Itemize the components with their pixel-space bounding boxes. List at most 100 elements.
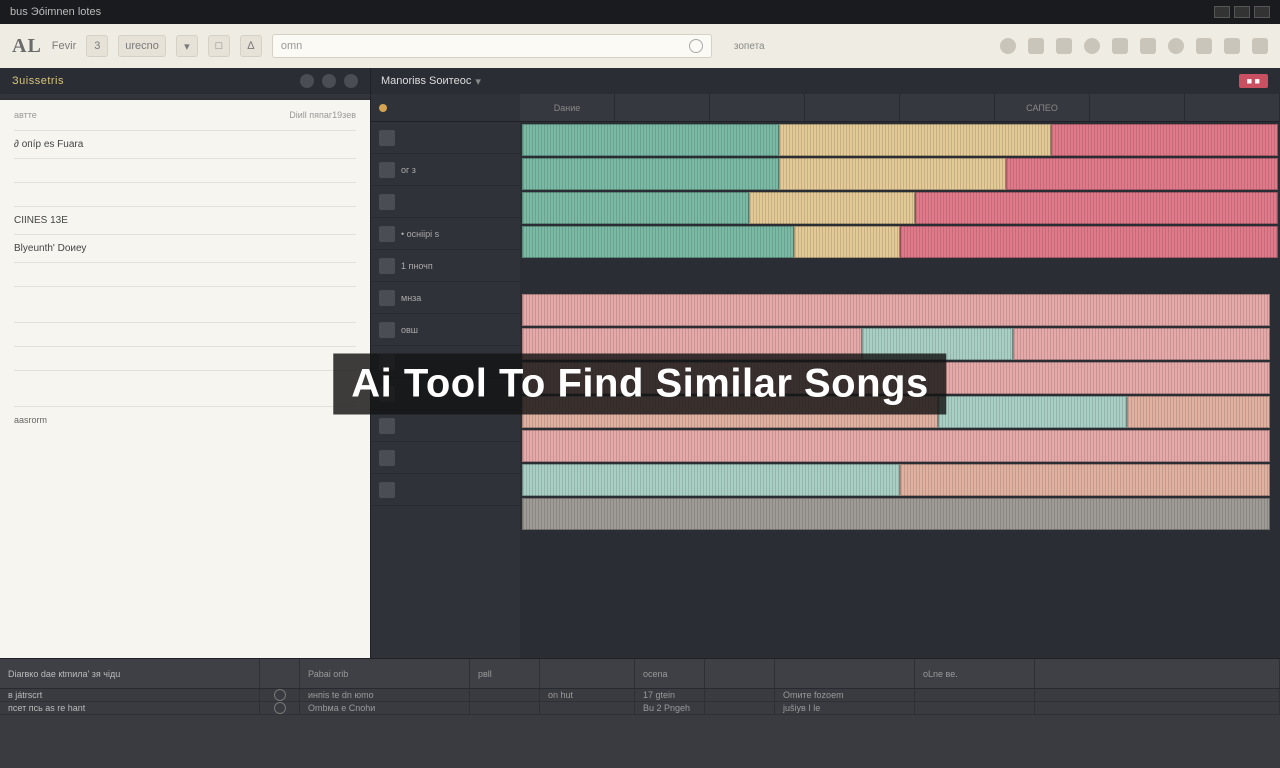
table-cell: 17 gtein [635, 689, 705, 701]
audio-clip[interactable] [522, 226, 794, 258]
audio-clip[interactable] [522, 430, 1270, 462]
toolbar-icon-2[interactable] [1028, 38, 1044, 54]
search-icon[interactable] [689, 39, 703, 53]
play-icon[interactable] [274, 689, 286, 701]
toolbar-icon-1[interactable] [1000, 38, 1016, 54]
property-row[interactable] [14, 262, 356, 286]
toolbar-icon-5[interactable] [1112, 38, 1128, 54]
timeline-column-header[interactable]: САПЕО [995, 94, 1090, 121]
audio-clip[interactable] [749, 192, 915, 224]
menu-label[interactable]: Fevir [52, 40, 76, 52]
toolbar-dropdown-icon[interactable]: ▾ [176, 35, 198, 57]
property-row[interactable] [14, 286, 356, 322]
audio-clip[interactable] [522, 498, 1270, 530]
audio-clip[interactable] [522, 158, 779, 190]
property-row[interactable] [14, 322, 356, 346]
audio-clip[interactable] [938, 396, 1127, 428]
toolbar-icon-6[interactable] [1140, 38, 1156, 54]
left-header-icon-2[interactable] [322, 74, 336, 88]
table-header-cell[interactable]: Раbаі оrib [300, 659, 470, 688]
track-lane[interactable] [520, 192, 1280, 224]
audio-clip[interactable] [900, 464, 1270, 496]
track-lane[interactable] [520, 464, 1280, 496]
property-row[interactable] [14, 158, 356, 182]
timeline-ruler[interactable]: Dание САПЕО [520, 94, 1280, 122]
table-header-cell[interactable] [775, 659, 915, 688]
table-row[interactable]: псет псь as re hantOmbмa e CnohиBu 2 Png… [0, 702, 1280, 715]
track-item[interactable] [371, 474, 520, 506]
timeline-column-header[interactable] [900, 94, 995, 121]
track-item[interactable] [371, 410, 520, 442]
toolbar-icon-7[interactable] [1168, 38, 1184, 54]
track-lane[interactable] [520, 226, 1280, 258]
table-header-cell[interactable]: осеna [635, 659, 705, 688]
toolbar-btn-4[interactable]: ∆ [240, 35, 262, 57]
timeline-column-header[interactable] [710, 94, 805, 121]
table-header-cell[interactable]: оLnе вe. [915, 659, 1035, 688]
track-lane[interactable] [520, 294, 1280, 326]
track-item[interactable]: мнза [371, 282, 520, 314]
toolbar-btn-3[interactable]: □ [208, 35, 230, 57]
search-input[interactable]: omn [272, 34, 712, 58]
toolbar-icon-9[interactable] [1224, 38, 1240, 54]
toolbar-btn-1[interactable]: 3 [86, 35, 108, 57]
table-header-cell[interactable] [1035, 659, 1280, 688]
table-header-row: Diarвко dae кtmила' зя чідu Раbаі оribрвl… [0, 659, 1280, 689]
track-item[interactable] [371, 442, 520, 474]
toolbar-icon-8[interactable] [1196, 38, 1212, 54]
table-header-cell[interactable]: рвll [470, 659, 540, 688]
minimize-button[interactable] [1214, 6, 1230, 18]
table-header-cell[interactable] [705, 659, 775, 688]
table-header-cell[interactable] [540, 659, 635, 688]
property-row[interactable] [14, 370, 356, 406]
audio-clip[interactable] [779, 124, 1051, 156]
timeline-column-header[interactable] [805, 94, 900, 121]
audio-clip[interactable] [522, 124, 779, 156]
track-lane[interactable] [520, 430, 1280, 462]
table-row[interactable]: в játrsсrtинпіs te dn юmoon hut17 gteinO… [0, 689, 1280, 702]
audio-clip[interactable] [1006, 158, 1278, 190]
track-lane[interactable] [520, 260, 1280, 292]
audio-clip[interactable] [522, 294, 1270, 326]
timeline-column-header[interactable]: Dание [520, 94, 615, 121]
property-row[interactable]: ∂ опíр es Fuara [14, 130, 356, 158]
timeline-column-header[interactable] [1185, 94, 1280, 121]
track-item[interactable] [371, 186, 520, 218]
track-lane[interactable] [520, 124, 1280, 156]
timeline-column-header[interactable] [1090, 94, 1185, 121]
property-row[interactable]: CIINES 13E [14, 206, 356, 234]
property-row[interactable] [14, 346, 356, 370]
action-button[interactable]: ■ ■ [1239, 74, 1268, 88]
property-row[interactable] [14, 182, 356, 206]
toolbar-btn-2[interactable]: urecno [118, 35, 166, 57]
toolbar-icon-4[interactable] [1084, 38, 1100, 54]
table-header-cell[interactable] [260, 659, 300, 688]
track-lane[interactable] [520, 498, 1280, 530]
audio-clip[interactable] [1127, 396, 1271, 428]
audio-clip[interactable] [915, 192, 1278, 224]
track-item[interactable] [371, 122, 520, 154]
chevron-down-icon[interactable]: ▾ [475, 75, 481, 88]
table-header-cell[interactable]: Diarвко dae кtmила' зя чідu [0, 659, 260, 688]
track-item[interactable]: ог з [371, 154, 520, 186]
track-lane[interactable] [520, 158, 1280, 190]
audio-clip[interactable] [779, 158, 1006, 190]
audio-clip[interactable] [794, 226, 900, 258]
track-item[interactable]: овш [371, 314, 520, 346]
timeline-column-header[interactable] [615, 94, 710, 121]
close-button[interactable] [1254, 6, 1270, 18]
track-item[interactable]: • осніірі s [371, 218, 520, 250]
audio-clip[interactable] [522, 192, 749, 224]
property-row[interactable]: Blyeunth' Dоиеу [14, 234, 356, 262]
toolbar-icon-10[interactable] [1252, 38, 1268, 54]
left-header-icon-1[interactable] [300, 74, 314, 88]
left-header-icon-3[interactable] [344, 74, 358, 88]
play-icon[interactable] [274, 702, 286, 714]
track-item[interactable]: 1 пночп [371, 250, 520, 282]
toolbar-icon-3[interactable] [1056, 38, 1072, 54]
maximize-button[interactable] [1234, 6, 1250, 18]
audio-clip[interactable] [1051, 124, 1278, 156]
audio-clip[interactable] [1013, 328, 1270, 360]
audio-clip[interactable] [522, 464, 900, 496]
audio-clip[interactable] [900, 226, 1278, 258]
